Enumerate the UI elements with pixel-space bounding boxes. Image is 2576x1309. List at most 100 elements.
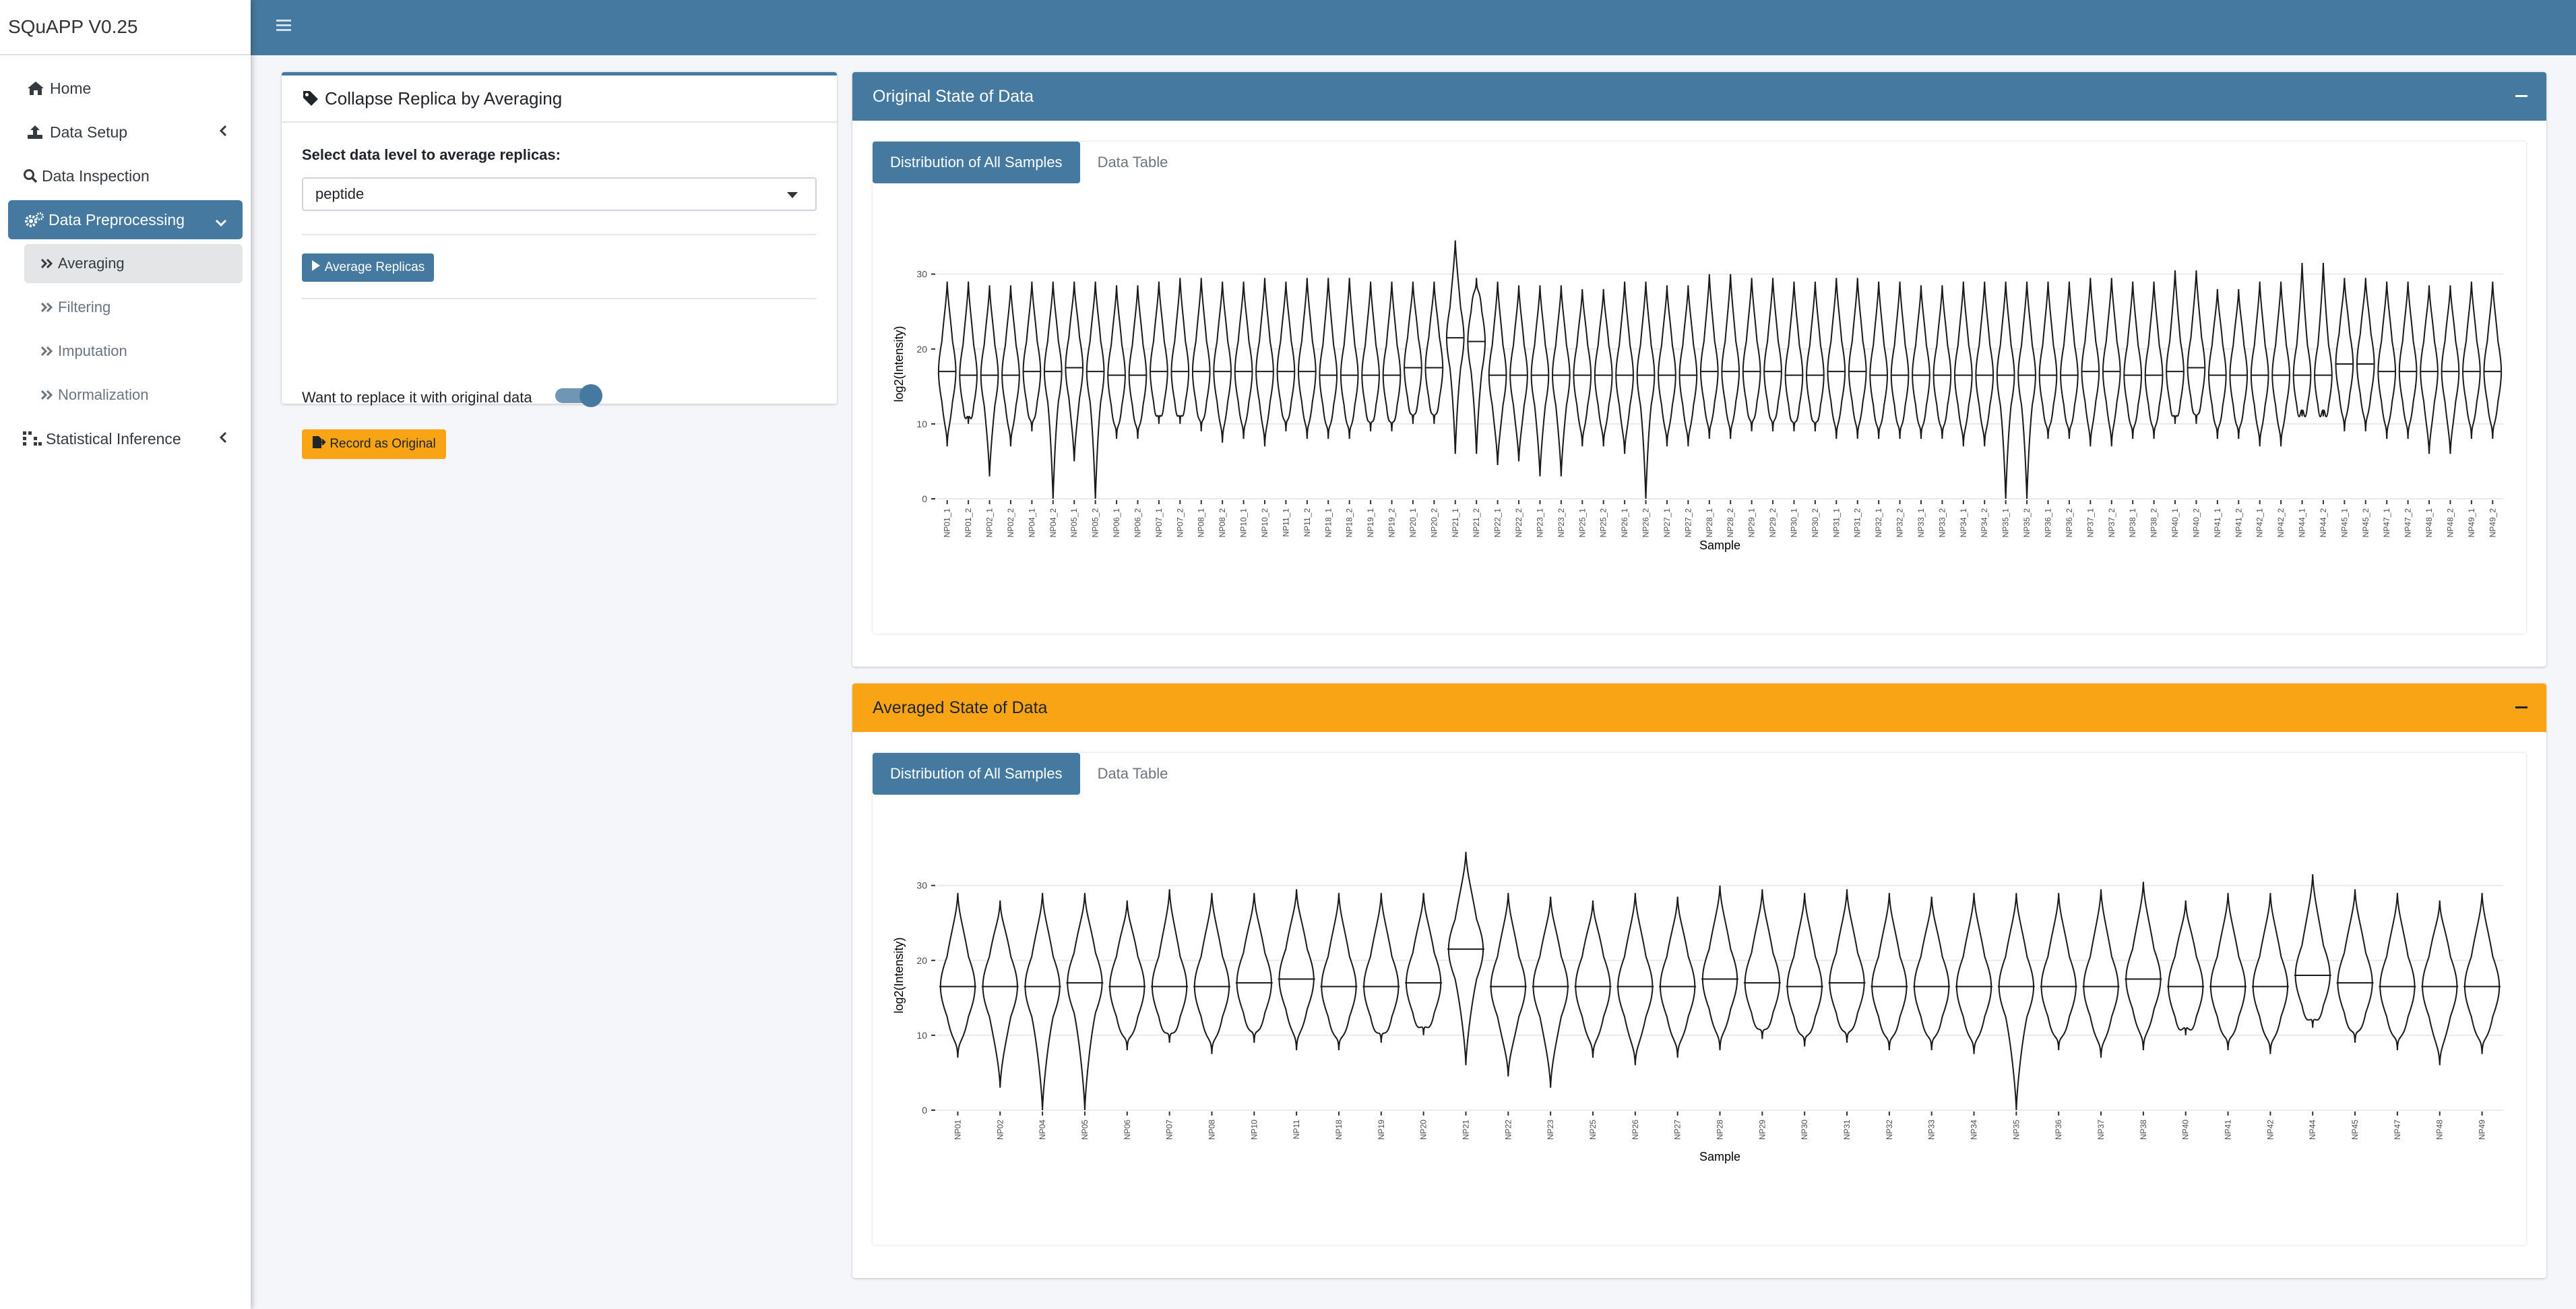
record-as-original-button[interactable]: Record as Original (302, 429, 446, 459)
divider (302, 298, 817, 299)
x-tick-label: NP37_2 (2107, 508, 2116, 538)
x-tick-label: NP35 (2011, 1120, 2021, 1140)
x-tick-label: NP45_1 (2339, 508, 2349, 538)
x-tick-label: NP37 (2096, 1120, 2106, 1140)
violin (1151, 889, 1188, 1043)
x-tick-label: NP18 (1334, 1120, 1344, 1140)
tab-bar: Distribution of All Samples Data Table (873, 142, 1185, 186)
x-tick-label: NP49_1 (2467, 508, 2476, 538)
violin (2337, 889, 2373, 1043)
x-tick-label: NP22_1 (1493, 508, 1503, 538)
violin (2083, 889, 2119, 1058)
sidebar-item-data-setup[interactable]: Data Setup (8, 113, 243, 152)
x-tick-label: NP32 (1885, 1120, 1894, 1140)
caret-down-icon (787, 192, 798, 198)
grid-icon (23, 431, 46, 446)
x-tick-label: NP36_2 (2065, 508, 2074, 538)
sidebar-item-label: Data Preprocessing (49, 210, 185, 229)
violin (1573, 288, 1592, 447)
violin (1236, 892, 1272, 1043)
x-axis-title: Sample (1699, 539, 1740, 552)
violin (1424, 281, 1444, 424)
violin (2102, 278, 2121, 447)
violin (1382, 281, 1402, 432)
violin (2038, 281, 2058, 439)
hamburger-menu-icon[interactable] (276, 18, 291, 36)
x-tick-label: NP19_2 (1387, 508, 1397, 538)
x-tick-label: NP33_2 (1937, 508, 1947, 538)
card-header: Original State of Data (852, 72, 2546, 121)
tab-distribution[interactable]: Distribution of All Samples (873, 753, 1080, 795)
average-replicas-button[interactable]: Average Replicas (302, 253, 434, 282)
violin (1509, 285, 1528, 462)
x-tick-label: NP34_1 (1959, 508, 1968, 538)
sidebar-subitem-averaging[interactable]: Averaging (24, 244, 243, 283)
x-tick-label: NP38_1 (2128, 508, 2137, 538)
violin (1744, 889, 1780, 1039)
violin (1340, 278, 1359, 439)
violin (1065, 281, 1084, 462)
x-tick-label: NP38 (2139, 1120, 2148, 1140)
violin (1128, 285, 1148, 439)
sidebar-subitem-filtering[interactable]: Filtering (24, 288, 243, 327)
violin (2208, 288, 2227, 439)
app-title[interactable]: SQuAPP V0.25 (0, 0, 251, 55)
data-level-select[interactable]: peptide (302, 177, 817, 211)
violin (1107, 285, 1126, 439)
y-axis-title: log2(Intensity) (892, 937, 906, 1013)
y-tick-label: 30 (916, 269, 927, 280)
violin (2294, 874, 2331, 1028)
violin (937, 281, 957, 447)
x-tick-label: NP48 (2435, 1120, 2445, 1140)
violin (1975, 281, 1994, 447)
y-tick-label: 20 (916, 955, 927, 966)
collapse-icon[interactable] (2515, 706, 2527, 708)
angle-double-right-icon (40, 390, 58, 400)
x-tick-label: NP44 (2308, 1120, 2317, 1140)
violin (2335, 278, 2354, 432)
x-tick-label: NP31 (1842, 1120, 1852, 1140)
x-tick-label: NP40_1 (2170, 508, 2180, 538)
violin (1488, 281, 1507, 466)
sidebar-item-home[interactable]: Home (8, 69, 243, 108)
x-tick-label: NP08_2 (1218, 508, 1227, 538)
violin (982, 900, 1018, 1088)
x-tick-label: NP29 (1757, 1120, 1767, 1140)
sidebar-subitem-imputation[interactable]: Imputation (24, 332, 243, 371)
x-tick-label: NP23_1 (1535, 508, 1544, 538)
violin (1109, 900, 1145, 1051)
x-tick-label: NP02 (995, 1120, 1005, 1140)
sidebar-item-label: Data Inspection (42, 166, 150, 185)
x-tick-label: NP04_1 (1027, 508, 1036, 538)
violin (2123, 281, 2142, 439)
y-axis-title: log2(Intensity) (892, 326, 906, 402)
violin (1363, 892, 1400, 1043)
x-tick-label: NP47_2 (2404, 508, 2413, 538)
x-tick-label: NP40_2 (2191, 508, 2201, 538)
violin (1086, 281, 1105, 499)
tag-icon (302, 90, 319, 107)
tab-data-table[interactable]: Data Table (1080, 142, 1186, 183)
sidebar-item-data-preprocessing[interactable]: Data Preprocessing (8, 200, 243, 239)
replace-toggle[interactable] (555, 384, 602, 407)
collapse-icon[interactable] (2515, 95, 2527, 97)
violin (1806, 281, 1825, 432)
x-tick-label: NP32_2 (1895, 508, 1905, 538)
violin (1953, 281, 1973, 447)
violin (1001, 285, 1020, 447)
tab-bar: Distribution of All Samples Data Table (873, 753, 1185, 797)
x-tick-label: NP25_1 (1577, 508, 1587, 538)
sidebar-subitem-normalization[interactable]: Normalization (24, 375, 243, 415)
violin (1890, 281, 1910, 439)
sidebar-item-statistical-inference[interactable]: Statistical Inference (8, 419, 243, 458)
tab-data-table[interactable]: Data Table (1080, 753, 1186, 795)
tab-distribution[interactable]: Distribution of All Samples (873, 142, 1080, 183)
x-tick-label: NP19 (1377, 1120, 1386, 1140)
violin (1594, 288, 1613, 447)
x-tick-label: NP28_1 (1705, 508, 1714, 538)
x-tick-label: NP41_1 (2213, 508, 2222, 538)
violin (1869, 281, 1888, 439)
violin (1530, 285, 1550, 477)
sidebar-item-data-inspection[interactable]: Data Inspection (8, 156, 243, 195)
x-tick-label: NP08 (1207, 1120, 1216, 1140)
